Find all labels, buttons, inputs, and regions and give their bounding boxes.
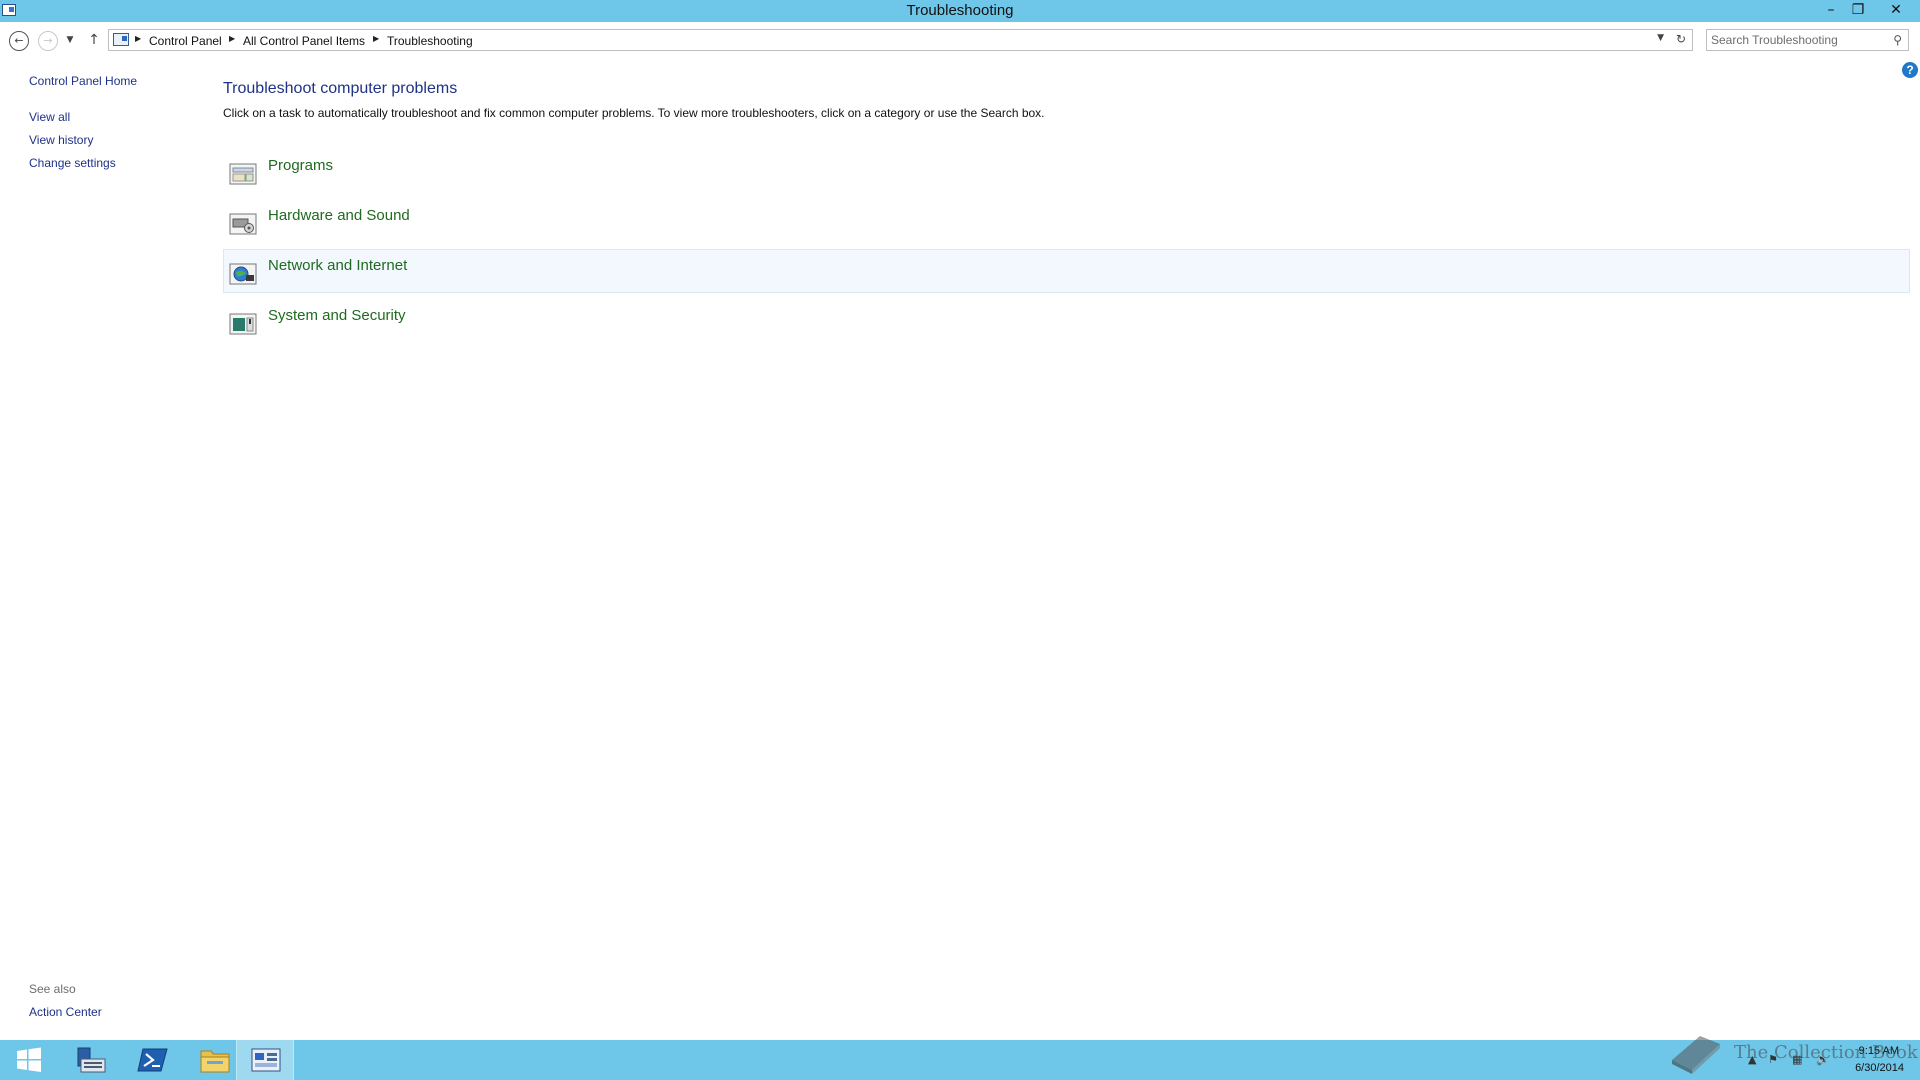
server-manager-icon xyxy=(77,1047,106,1073)
powershell-icon xyxy=(137,1048,168,1072)
up-button[interactable]: ↑ xyxy=(84,31,104,51)
category-label[interactable]: Hardware and Sound xyxy=(268,207,410,224)
hardware-sound-icon xyxy=(229,213,257,235)
search-icon[interactable]: ⚲ xyxy=(1893,33,1902,47)
close-button[interactable]: ✕ xyxy=(1880,0,1912,20)
chevron-down-icon: ▼ xyxy=(66,35,74,45)
action-center-link[interactable]: Action Center xyxy=(29,1005,102,1019)
forward-arrow-icon: → xyxy=(43,34,53,47)
search-box[interactable]: ⚲ xyxy=(1706,29,1909,51)
back-button[interactable]: ← xyxy=(9,31,29,51)
breadcrumb-control-panel[interactable]: Control Panel xyxy=(149,34,222,48)
view-all-link[interactable]: View all xyxy=(29,110,70,124)
restore-button[interactable]: ❐ xyxy=(1845,0,1871,20)
category-system-and-security[interactable]: System and Security xyxy=(223,299,1910,343)
category-label[interactable]: Programs xyxy=(268,157,333,174)
network-internet-icon xyxy=(229,263,257,285)
help-icon[interactable]: ? xyxy=(1902,62,1918,78)
change-settings-link[interactable]: Change settings xyxy=(29,156,116,170)
breadcrumb-troubleshooting[interactable]: Troubleshooting xyxy=(387,34,473,48)
show-hidden-icons-icon[interactable]: ▲ xyxy=(1748,1053,1756,1066)
search-input[interactable] xyxy=(1711,32,1881,48)
forward-button[interactable]: → xyxy=(38,31,58,51)
breadcrumb-separator-icon[interactable]: ▶ xyxy=(135,34,141,43)
up-arrow-icon: ↑ xyxy=(88,32,100,48)
address-dropdown-icon[interactable]: ▼ xyxy=(1657,33,1664,43)
category-network-and-internet[interactable]: Network and Internet xyxy=(223,249,1910,293)
control-panel-taskbar-button[interactable] xyxy=(236,1040,294,1080)
start-button[interactable] xyxy=(0,1040,58,1080)
window-title: Troubleshooting xyxy=(906,2,1014,19)
see-also-heading: See also xyxy=(29,982,76,996)
control-panel-location-icon xyxy=(113,33,129,46)
navigation-bar: ← → ▼ ↑ ▶ Control Panel ▶ All Control Pa… xyxy=(0,22,1920,58)
address-bar[interactable]: ▶ Control Panel ▶ All Control Panel Item… xyxy=(108,29,1693,51)
action-center-flag-icon[interactable]: ⚑ xyxy=(1768,1053,1778,1066)
control-panel-icon xyxy=(251,1048,281,1072)
category-programs[interactable]: Programs xyxy=(223,149,1910,193)
clock-time[interactable]: 9:15 AM xyxy=(1859,1045,1899,1057)
volume-icon[interactable]: 🔈 xyxy=(1816,1053,1830,1066)
breadcrumb-separator-icon[interactable]: ▶ xyxy=(229,34,235,43)
breadcrumb-all-control-panel-items[interactable]: All Control Panel Items xyxy=(243,34,365,48)
clock-date[interactable]: 6/30/2014 xyxy=(1855,1062,1904,1074)
refresh-icon[interactable]: ↻ xyxy=(1676,32,1686,46)
page-description: Click on a task to automatically trouble… xyxy=(223,106,1045,120)
system-tray: ▲ ⚑ ▦ 🔈 9:15 AM 6/30/2014 xyxy=(1660,1040,1920,1080)
category-label[interactable]: Network and Internet xyxy=(268,257,407,274)
title-bar: Troubleshooting – ❐ ✕ xyxy=(0,0,1920,22)
category-label[interactable]: System and Security xyxy=(268,307,406,324)
system-security-icon xyxy=(229,313,257,335)
category-hardware-and-sound[interactable]: Hardware and Sound xyxy=(223,199,1910,243)
powershell-button[interactable] xyxy=(124,1040,182,1080)
main-content: ? Troubleshoot computer problems Click o… xyxy=(222,58,1918,1040)
minimize-button[interactable]: – xyxy=(1818,0,1844,20)
sidebar: Control Panel Home View all View history… xyxy=(0,58,210,1040)
start-icon xyxy=(17,1047,41,1072)
control-panel-home-link[interactable]: Control Panel Home xyxy=(29,74,137,88)
taskbar: ▲ ⚑ ▦ 🔈 9:15 AM 6/30/2014 xyxy=(0,1040,1920,1080)
programs-icon xyxy=(229,163,257,185)
breadcrumb-separator-icon[interactable]: ▶ xyxy=(373,34,379,43)
file-explorer-icon xyxy=(200,1050,230,1073)
recent-locations-button[interactable]: ▼ xyxy=(63,31,77,51)
back-arrow-icon: ← xyxy=(14,34,24,47)
server-manager-button[interactable] xyxy=(62,1040,120,1080)
view-history-link[interactable]: View history xyxy=(29,133,93,147)
page-title: Troubleshoot computer problems xyxy=(223,80,458,97)
network-icon[interactable]: ▦ xyxy=(1792,1053,1802,1066)
